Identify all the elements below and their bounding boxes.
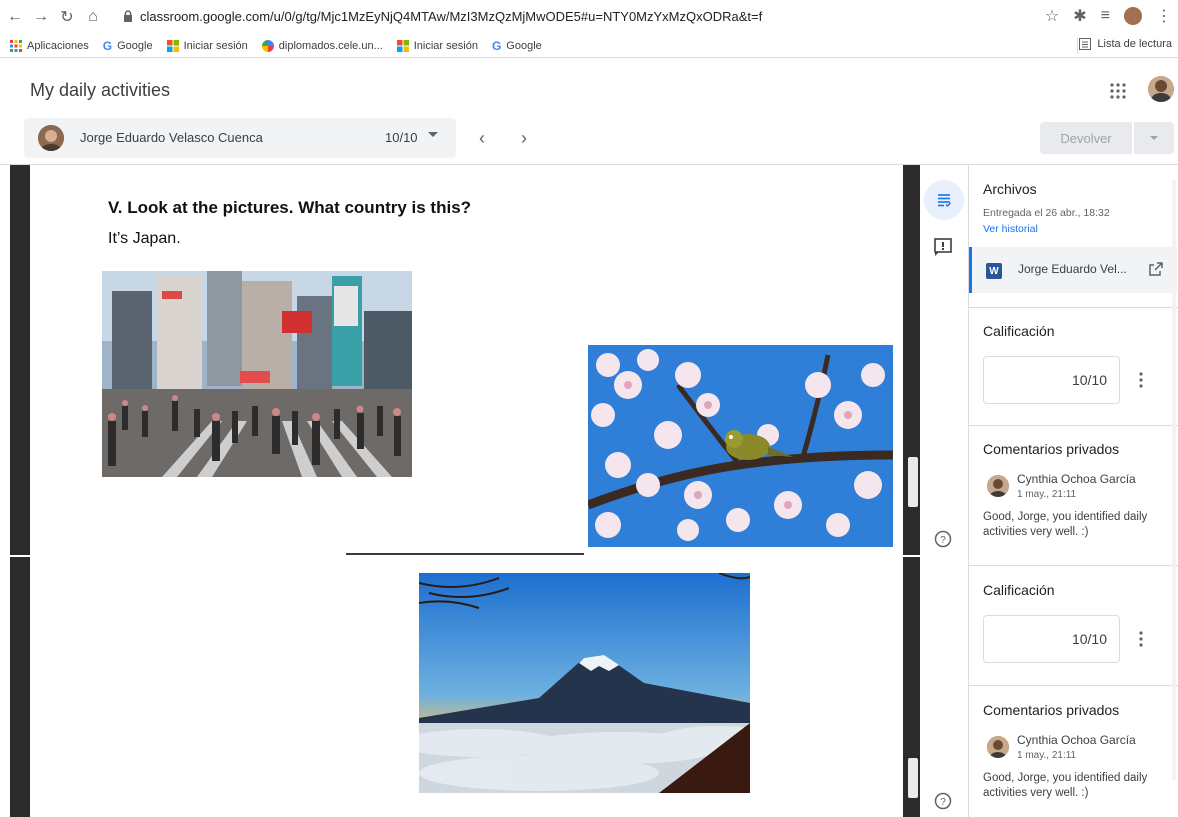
files-section-title: Archivos xyxy=(983,181,1037,197)
comment-text: Good, Jorge, you identified daily activi… xyxy=(983,772,1148,799)
submission-date: Entregada el 26 abr., 18:32 xyxy=(983,207,1110,219)
chevron-left-icon: ‹ xyxy=(479,127,485,148)
person-photo-icon xyxy=(1148,76,1174,102)
microsoft-icon xyxy=(166,39,179,52)
microsoft-icon xyxy=(396,39,409,52)
student-avatar xyxy=(38,125,64,151)
bookmark-separator xyxy=(1077,38,1078,54)
grade-value: 10/10 xyxy=(1071,631,1107,647)
tokyo-crossing-image xyxy=(102,271,412,477)
attachment-file[interactable]: W Jorge Eduardo Vel... xyxy=(969,247,1177,293)
chevron-right-icon: › xyxy=(521,127,527,148)
person-photo-icon xyxy=(38,125,64,151)
commenter-avatar xyxy=(987,475,1009,497)
google-apps-icon[interactable] xyxy=(1110,83,1126,99)
attachment-name: Jorge Eduardo Vel... xyxy=(1018,262,1127,276)
bookmark-signin-2[interactable]: Iniciar sesión xyxy=(396,39,478,52)
student-selector[interactable]: Jorge Eduardo Velasco Cuenca 10/10 xyxy=(24,118,456,158)
bookmark-signin-1[interactable]: Iniciar sesión xyxy=(166,39,248,52)
svg-text:?: ? xyxy=(940,797,946,808)
bookmark-diplomados[interactable]: diplomados.cele.un... xyxy=(261,39,383,52)
account-avatar[interactable] xyxy=(1148,76,1174,102)
mount-fuji-picture xyxy=(419,573,750,793)
return-dropdown-button[interactable] xyxy=(1134,122,1174,154)
chevron-down-icon[interactable] xyxy=(428,132,438,137)
bookmark-google-2[interactable]: G Google xyxy=(492,39,542,53)
student-name: Jorge Eduardo Velasco Cuenca xyxy=(80,130,263,145)
comment-date: 1 may., 21:11 xyxy=(1017,489,1077,500)
answer-text: It’s Japan. xyxy=(108,230,181,247)
home-icon[interactable]: ⌂ xyxy=(82,6,104,28)
page-scroll-handle[interactable] xyxy=(908,758,918,798)
apps-grid-icon xyxy=(10,39,22,52)
document-viewer[interactable]: V. Look at the pictures. What country is… xyxy=(10,165,920,817)
menu-icon[interactable]: ⋮ xyxy=(1156,6,1172,26)
bookmarks-bar: Aplicaciones G Google Iniciar sesión dip… xyxy=(0,34,1178,58)
more-vert-icon[interactable] xyxy=(1139,631,1143,647)
panel-tabs xyxy=(920,165,968,817)
page-title: My daily activities xyxy=(30,80,171,100)
cele-logo-icon xyxy=(261,39,274,52)
private-comments-title: Comentarios privados xyxy=(983,441,1120,457)
forward-arrow-icon[interactable]: → xyxy=(30,6,52,28)
bookmark-apps[interactable]: Aplicaciones xyxy=(10,39,89,52)
document-page: V. Look at the pictures. What country is… xyxy=(30,165,903,555)
section-divider xyxy=(969,565,1178,566)
document-page xyxy=(30,557,903,817)
cherry-blossom-image xyxy=(588,345,893,547)
page-scroll-handle[interactable] xyxy=(908,457,918,507)
star-icon[interactable]: ☆ xyxy=(1045,6,1059,26)
panel-scrollbar[interactable] xyxy=(1172,180,1176,780)
bookmark-google-1[interactable]: G Google xyxy=(103,39,153,53)
mount-fuji-image xyxy=(419,573,750,793)
grade-value: 10/10 xyxy=(1071,372,1107,388)
return-button[interactable]: Devolver xyxy=(1040,122,1132,154)
person-photo-icon xyxy=(987,736,1009,758)
history-link[interactable]: Ver historial xyxy=(983,223,1038,235)
section-divider xyxy=(969,685,1178,686)
back-arrow-icon[interactable]: ← xyxy=(4,6,26,28)
browser-toolbar: ← → ↻ ⌂ classroom.google.com/u/0/g/tg/Mj… xyxy=(0,0,1178,34)
google-g-icon: G xyxy=(102,38,113,53)
reading-list-button[interactable]: Lista de lectura xyxy=(1079,38,1172,50)
cherry-blossom-picture xyxy=(588,345,893,547)
word-doc-icon: W xyxy=(986,263,1002,279)
files-tab[interactable] xyxy=(924,180,964,220)
google-g-icon: G xyxy=(491,38,502,53)
private-comments-title: Comentarios privados xyxy=(983,702,1120,718)
extensions-icon[interactable]: ✱ xyxy=(1073,6,1086,26)
reading-list-icon xyxy=(1079,38,1092,50)
help-icon[interactable]: ? xyxy=(934,792,952,810)
comment-icon[interactable] xyxy=(932,236,954,258)
question-text: V. Look at the pictures. What country is… xyxy=(108,198,472,217)
commenter-name: Cynthia Ochoa García xyxy=(1017,733,1136,747)
lock-icon xyxy=(124,10,132,22)
commenter-name: Cynthia Ochoa García xyxy=(1017,472,1136,486)
grading-panel: Archivos Entregada el 26 abr., 18:32 Ver… xyxy=(968,165,1178,817)
next-student-button[interactable]: › xyxy=(510,124,538,152)
grade-input[interactable]: 10/10 xyxy=(983,615,1120,663)
previous-student-button[interactable]: ‹ xyxy=(468,124,496,152)
grade-section-title: Calificación xyxy=(983,582,1055,598)
more-vert-icon[interactable] xyxy=(1139,372,1143,388)
reload-icon[interactable]: ↻ xyxy=(56,6,78,28)
section-divider xyxy=(969,307,1178,308)
comment-text: Good, Jorge, you identified daily activi… xyxy=(983,511,1148,538)
grade-section-title: Calificación xyxy=(983,323,1055,339)
comment-date: 1 may., 21:11 xyxy=(1017,750,1077,761)
tokyo-crossing-picture xyxy=(102,271,412,477)
document-list-icon xyxy=(938,194,951,207)
svg-text:?: ? xyxy=(940,535,946,546)
grade-input[interactable]: 10/10 xyxy=(983,356,1120,404)
student-grade: 10/10 xyxy=(385,130,418,145)
open-in-new-icon[interactable] xyxy=(1148,261,1164,277)
section-divider xyxy=(969,425,1178,426)
profile-avatar-icon[interactable] xyxy=(1124,7,1142,25)
reading-list-icon[interactable]: ≡ xyxy=(1101,7,1110,25)
person-photo-icon xyxy=(987,475,1009,497)
help-icon[interactable]: ? xyxy=(934,530,952,548)
commenter-avatar xyxy=(987,736,1009,758)
url-text[interactable]: classroom.google.com/u/0/g/tg/Mjc1MzEyNj… xyxy=(140,9,762,24)
